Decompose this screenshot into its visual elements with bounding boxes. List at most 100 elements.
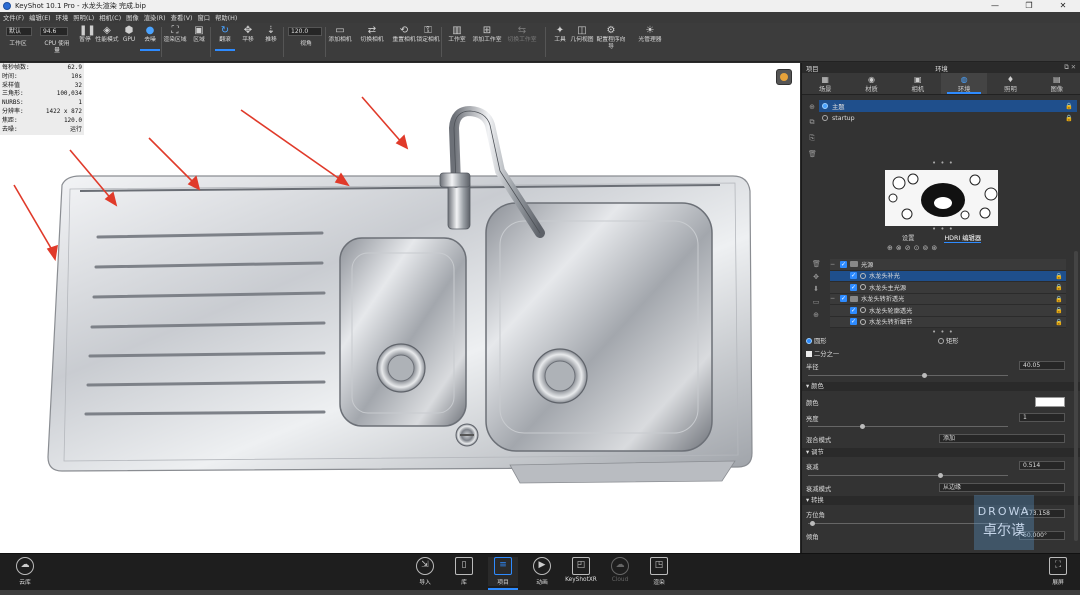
hdri-tool-icon[interactable]: ⊛ <box>931 244 937 252</box>
cpu-usage-button[interactable]: CPU 使用量 <box>40 41 74 55</box>
list-item[interactable]: ✓ 水龙头补光 🔒 <box>830 270 1066 282</box>
list-item[interactable]: startup 🔒 <box>819 112 1077 124</box>
project-button[interactable]: ≡ 项目 <box>488 557 518 590</box>
checkbox-icon[interactable]: ✓ <box>850 283 857 291</box>
folder-icon[interactable]: ▭ <box>812 298 820 306</box>
list-item[interactable]: ✓ 水龙头主光源 🔒 <box>830 282 1066 294</box>
copy-environment-icon[interactable]: ⎘ <box>808 134 816 142</box>
circle-radio[interactable] <box>806 338 812 344</box>
switch-camera-button[interactable]: ⇄ 切换相机 <box>360 25 384 44</box>
menu-help[interactable]: 帮助(H) <box>215 13 237 22</box>
add-camera-button[interactable]: ▭ 添加相机 <box>328 25 352 44</box>
tab-image[interactable]: ▤ 图像 <box>1034 73 1080 94</box>
falloff-mode-select[interactable]: 从边缘 <box>939 483 1065 492</box>
library-button[interactable]: ▯ 库 <box>449 557 479 586</box>
checkbox-icon[interactable]: ✓ <box>850 272 857 280</box>
subtab-hdri-editor[interactable]: HDRI 编辑器 <box>944 233 982 243</box>
panel-window-icons[interactable]: ⧉ ✕ <box>1064 64 1076 72</box>
move-pin-icon[interactable]: ✥ <box>812 273 820 281</box>
hdri-tool-icon[interactable]: ⊕ <box>887 244 893 252</box>
hdri-tool-icon[interactable]: ⊘ <box>905 244 911 252</box>
hdri-tool-icon[interactable]: ⊗ <box>896 244 902 252</box>
delete-environment-icon[interactable]: 🗑 <box>808 150 817 158</box>
render-viewport[interactable]: 每秒帧数: 62.9 时间: 10s 采样值 32 三角形: 100,034 NURBS… <box>0 63 800 553</box>
maximize-button[interactable]: ❐ <box>1012 0 1046 12</box>
list-item[interactable]: − ✓ 光源 <box>830 259 1066 271</box>
keyshotxr-button[interactable]: ◰ KeyShotXR <box>565 557 597 583</box>
rect-radio[interactable] <box>938 338 944 344</box>
tab-lighting[interactable]: ♦ 照明 <box>987 73 1033 94</box>
list-item[interactable]: ✓ 水龙头转折细节 🔒 <box>830 316 1066 328</box>
cloud-library-button[interactable]: ☁ 云库 <box>10 557 40 586</box>
hdri-preview[interactable] <box>885 170 998 226</box>
adjust-section-header[interactable]: ▾ 调节 <box>802 448 1080 457</box>
target-icon[interactable]: ⊕ <box>812 311 820 319</box>
tab-camera[interactable]: ▣ 相机 <box>895 73 941 94</box>
cpu-zoom-input[interactable]: 94.6 <box>40 27 68 36</box>
configurator-wizard-button[interactable]: ⚙ 配置程序向导 <box>596 25 626 51</box>
switch-studio-button[interactable]: ⇆ 切换工作室 <box>508 25 537 44</box>
fov-input[interactable]: 120.0 <box>288 27 322 36</box>
viewport-material-icon[interactable] <box>776 69 792 85</box>
slider-knob[interactable] <box>810 521 815 526</box>
menu-file[interactable]: 文件(F) <box>3 13 24 22</box>
denoise-button[interactable]: ● 去噪 <box>138 25 162 51</box>
menu-camera[interactable]: 相机(C) <box>99 13 121 22</box>
preset-select[interactable]: 默认 <box>6 27 32 36</box>
list-item[interactable]: 主题 🔒 <box>819 100 1077 112</box>
hdri-tool-icon[interactable]: ⊚ <box>923 244 929 252</box>
slider-knob[interactable] <box>922 373 927 378</box>
panel-scrollbar[interactable] <box>1074 251 1078 541</box>
lock-camera-button[interactable]: ⚿ 锁定相机 <box>416 25 440 44</box>
tab-materials[interactable]: ◉ 材质 <box>848 73 894 94</box>
checkbox-icon[interactable]: ✓ <box>850 318 857 326</box>
add-studio-button[interactable]: ⊞ 添加工作室 <box>473 25 502 44</box>
list-item[interactable]: ✓ 水龙头轮廓透光 🔒 <box>830 305 1066 317</box>
dolly-button[interactable]: ⇣ 推移 <box>259 25 283 44</box>
checkbox-icon[interactable]: ✓ <box>850 306 857 314</box>
falloff-input[interactable]: 0.514 <box>1019 461 1065 470</box>
down-arrow-icon[interactable]: ⬇ <box>812 285 820 293</box>
slider-knob[interactable] <box>860 424 865 429</box>
tab-scene[interactable]: ▦ 场景 <box>802 73 848 94</box>
studio-button[interactable]: ▥ 工作室 <box>445 25 469 44</box>
resize-handle[interactable]: • • • <box>932 225 954 233</box>
duplicate-environment-icon[interactable]: ⧉ <box>808 118 816 126</box>
color-swatch[interactable] <box>1035 397 1065 407</box>
collapse-icon[interactable]: − <box>830 295 840 302</box>
radius-input[interactable]: 40.05 <box>1019 361 1065 370</box>
menu-edit[interactable]: 编辑(E) <box>29 13 51 22</box>
menu-view[interactable]: 查看(V) <box>171 13 193 22</box>
minimize-button[interactable]: — <box>978 0 1012 12</box>
brightness-slider[interactable] <box>808 424 1008 429</box>
slider-knob[interactable] <box>938 473 943 478</box>
brightness-input[interactable]: 1 <box>1019 413 1065 422</box>
tab-environment[interactable]: ◍ 环境 <box>940 73 988 94</box>
geometry-view-button[interactable]: ◫ 几何视图 <box>570 25 594 44</box>
checkbox-icon[interactable]: ✓ <box>840 295 847 303</box>
falloff-slider[interactable] <box>808 473 1008 478</box>
menu-image[interactable]: 图像 <box>126 13 139 22</box>
animation-button[interactable]: ▶ 动画 <box>527 557 557 586</box>
subtab-settings[interactable]: 设置 <box>902 233 915 243</box>
close-button[interactable]: ✕ <box>1046 0 1080 12</box>
menu-environment[interactable]: 环境 <box>56 13 69 22</box>
light-manager-button[interactable]: ☀ 光管理器 <box>635 25 665 44</box>
menu-render[interactable]: 渲染(R) <box>144 13 166 22</box>
blend-mode-select[interactable]: 添加 <box>939 434 1065 443</box>
list-item[interactable]: − ✓ 水龙头转折透光 🔒 <box>830 293 1066 305</box>
render-button[interactable]: ◳ 渲染 <box>644 557 674 586</box>
perspective-button[interactable]: 视角 <box>294 41 318 48</box>
import-button[interactable]: ⇲ 导入 <box>410 557 440 586</box>
color-section-header[interactable]: ▾ 颜色 <box>802 382 1080 391</box>
delete-pin-icon[interactable]: 🗑 <box>812 260 821 268</box>
half-checkbox[interactable] <box>806 351 812 357</box>
hdri-tool-icon[interactable]: ⊙ <box>914 244 920 252</box>
radius-slider[interactable] <box>808 373 1008 378</box>
add-environment-icon[interactable]: ⊕ <box>808 103 816 111</box>
cloud-button[interactable]: ☁ Cloud <box>605 557 635 583</box>
resize-handle[interactable]: • • • <box>932 328 954 336</box>
fullscreen-button[interactable]: ⛶ 展屏 <box>1043 557 1073 586</box>
checkbox-icon[interactable]: ✓ <box>840 260 847 268</box>
workspace-button[interactable]: 工作区 <box>6 41 30 48</box>
